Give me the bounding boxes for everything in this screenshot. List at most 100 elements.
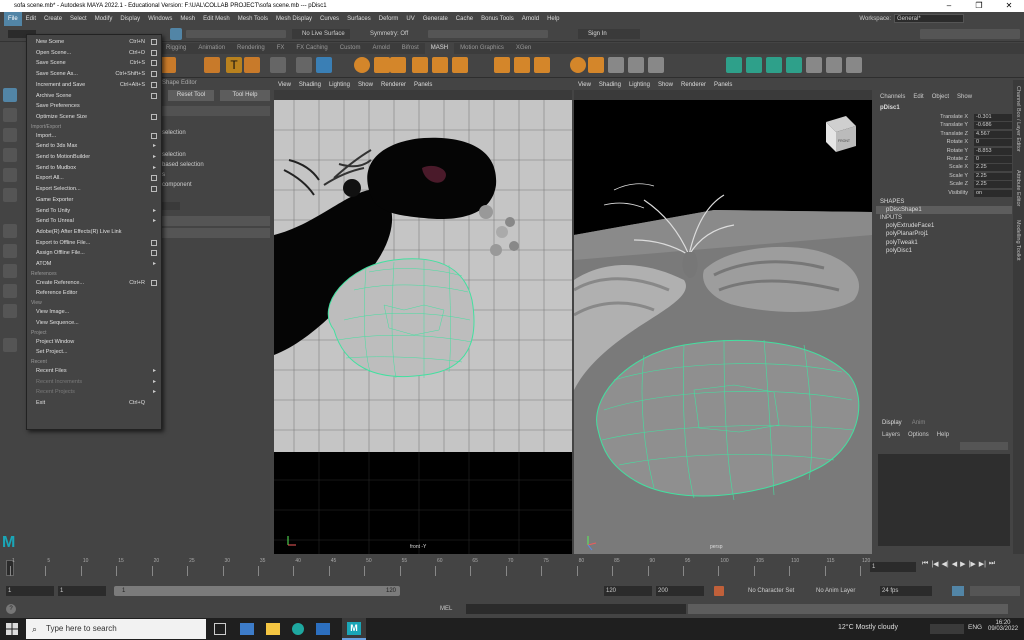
menu-arnold[interactable]: Arnold [518, 12, 543, 26]
menu-file[interactable]: File [4, 12, 22, 26]
input-node[interactable]: polyPlanarProj1 [886, 231, 928, 237]
world-icon[interactable] [316, 57, 332, 73]
layer-menu-options[interactable]: Options [908, 430, 929, 440]
playback-end-field[interactable]: 120 [604, 586, 652, 596]
clock[interactable]: 16:20 09/03/2022 [988, 620, 1018, 632]
option-box-icon[interactable] [151, 71, 157, 78]
mash-world-icon[interactable] [766, 57, 782, 73]
viewport-front-toolbar[interactable] [274, 90, 572, 100]
menu-item-import[interactable]: Import... [27, 131, 161, 141]
points-icon[interactable] [588, 57, 604, 73]
shelf-tab-arnold[interactable]: Arnold [366, 43, 395, 54]
menu-generate[interactable]: Generate [419, 12, 452, 26]
shelf-tab-bifrost[interactable]: Bifrost [396, 43, 425, 54]
attr-value-rotate-z[interactable]: 0 [974, 156, 1012, 163]
viewport-persp-menu-lighting[interactable]: Lighting [625, 82, 654, 88]
attr-value-visibility[interactable]: on [974, 189, 1012, 197]
mash-wrench-icon[interactable] [846, 57, 862, 73]
menu-edit-mesh[interactable]: Edit Mesh [199, 12, 234, 26]
viewport-persp-canvas[interactable]: FRONT persp [574, 100, 872, 554]
menu-item-assign-offline-file[interactable]: Assign Offline File... [27, 248, 161, 258]
anim-layer-dropdown[interactable]: No Anim Layer [808, 586, 874, 596]
menu-item-open-scene[interactable]: Open Scene... Ctrl+O [27, 48, 161, 58]
text-icon[interactable]: T [226, 57, 242, 73]
trail-icon[interactable] [648, 57, 664, 73]
orbit-icon[interactable] [354, 57, 370, 73]
playback-button[interactable]: ◀| [942, 560, 949, 568]
menu-mesh-display[interactable]: Mesh Display [272, 12, 316, 26]
offset-icon[interactable] [514, 57, 530, 73]
magnify-icon[interactable] [3, 338, 17, 352]
character-set-dropdown[interactable]: No Character Set [740, 586, 802, 596]
render-toolbar[interactable] [428, 30, 548, 38]
viewport-persp-toolbar[interactable] [574, 90, 872, 100]
option-box-icon[interactable] [151, 39, 157, 45]
menu-bonus-tools[interactable]: Bonus Tools [477, 12, 518, 26]
playback-button[interactable]: ⏮ [922, 560, 928, 568]
end-time-field[interactable]: 200 [656, 586, 704, 596]
distribute-icon[interactable] [204, 57, 220, 73]
menu-item-save-preferences[interactable]: Save Preferences [27, 101, 161, 111]
layer-list[interactable] [878, 454, 1010, 546]
menu-mesh-tools[interactable]: Mesh Tools [234, 12, 272, 26]
modelling-toolkit-tab[interactable]: Modelling Toolkit [1015, 220, 1021, 261]
shelf-tab-mash[interactable]: MASH [424, 43, 455, 54]
menu-item-new-scene[interactable]: New Scene Ctrl+N [27, 37, 161, 47]
option-box-icon[interactable] [151, 113, 157, 120]
menu-item-save-scene-as[interactable]: Save Scene As... Ctrl+Shift+S [27, 69, 161, 79]
range-bar[interactable]: 1 120 [114, 586, 400, 596]
rotate-tool-icon[interactable] [3, 168, 17, 182]
menu-item-exit[interactable]: Exit Ctrl+Q [27, 398, 161, 408]
snap-grid-icon[interactable] [170, 28, 182, 40]
viewport-persp-menu-view[interactable]: View [574, 82, 595, 88]
attr-value-translate-y[interactable]: -0.686 [974, 122, 1012, 130]
option-box-icon[interactable] [151, 132, 157, 139]
auto-key-icon[interactable] [714, 586, 724, 596]
menu-item-reference-editor[interactable]: Reference Editor [27, 288, 161, 298]
viewport-front-menu-panels[interactable]: Panels [410, 82, 436, 88]
channel-menu-object[interactable]: Object [932, 94, 949, 100]
tray-icons[interactable] [930, 624, 964, 634]
menu-uv[interactable]: UV [402, 12, 418, 26]
playback-button[interactable]: ▶ [960, 560, 965, 568]
weather-label[interactable]: 12°C Mostly cloudy [838, 624, 898, 631]
layer-menu-help[interactable]: Help [937, 430, 949, 440]
menu-item-save-scene[interactable]: Save Scene Ctrl+S [27, 58, 161, 68]
menu-item-game-exporter[interactable]: Game Exporter [27, 195, 161, 205]
input-node[interactable]: polyDisc1 [886, 248, 912, 254]
graph-layout-icon[interactable] [3, 304, 17, 318]
shelf-tab-animation[interactable]: Animation [192, 43, 231, 54]
playback-button[interactable]: |▶ [969, 560, 976, 568]
curve-icon[interactable] [412, 57, 428, 73]
viewport-front-canvas[interactable]: front -Y [274, 100, 572, 554]
menu-item-send-to-unity[interactable]: Send To Unity ▸ [27, 206, 161, 216]
viewport-persp-menu-shading[interactable]: Shading [595, 82, 625, 88]
taskbar-search[interactable]: ⌕ Type here to search [26, 619, 206, 639]
two-view-icon[interactable] [3, 264, 17, 278]
workspace-dropdown[interactable]: General* [894, 14, 964, 23]
task-view-icon[interactable] [214, 623, 226, 635]
pattern-icon[interactable] [374, 57, 390, 73]
drop-icon[interactable] [432, 57, 448, 73]
menu-item-send-to-unreal[interactable]: Send To Unreal ▸ [27, 216, 161, 226]
menu-item-recent-files[interactable]: Recent Files ▸ [27, 366, 161, 376]
live-surface-field[interactable]: No Live Surface [292, 29, 350, 39]
shape-node[interactable]: pDiscShape1 [876, 206, 1012, 214]
tool-help-button[interactable]: Tool Help [220, 90, 270, 101]
snap-toggles[interactable] [186, 30, 286, 38]
language-indicator[interactable]: ENG [968, 624, 982, 631]
mash-python-icon[interactable] [786, 57, 802, 73]
option-box-icon[interactable] [151, 175, 157, 182]
layer-tool-icons[interactable] [960, 442, 1008, 450]
layer-tab-display[interactable]: Display [882, 418, 902, 429]
menu-item-create-reference[interactable]: Create Reference... Ctrl+R [27, 278, 161, 288]
shelf-tab-rigging[interactable]: Rigging [160, 43, 192, 54]
option-box-icon[interactable] [151, 250, 157, 257]
option-box-icon[interactable] [151, 279, 157, 286]
mash-signal-icon[interactable] [826, 57, 842, 73]
viewport-persp-menu-show[interactable]: Show [654, 82, 677, 88]
input-node[interactable]: polyTweak1 [886, 240, 918, 246]
tool-section-header[interactable] [160, 106, 270, 116]
menu-item-send-to-mudbox[interactable]: Send to Mudbox ▸ [27, 163, 161, 173]
input-node[interactable]: polyExtrudeFace1 [886, 223, 934, 229]
